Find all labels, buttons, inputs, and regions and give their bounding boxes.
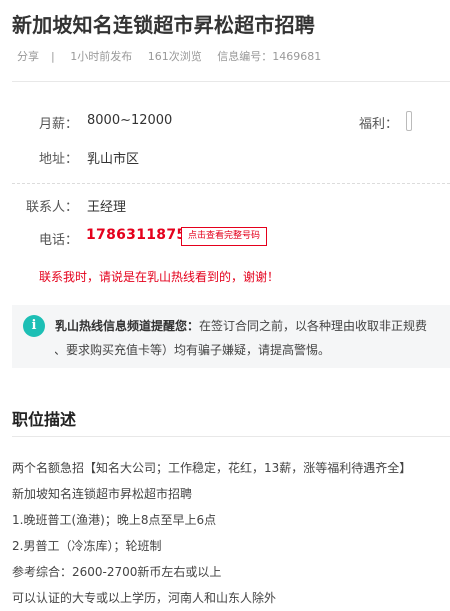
description-line: 新加坡知名连锁超市昇松超市招聘 xyxy=(12,487,193,501)
meta-separator: | xyxy=(51,50,55,63)
description-line: 2.男普工（冷冻库）；轮班制 xyxy=(12,539,162,553)
salary-value: 8000~12000 xyxy=(87,113,173,128)
divider xyxy=(12,81,450,82)
description-line: 可以认证的大专或以上学历，河南人和山东人除外 xyxy=(12,591,277,605)
divider xyxy=(12,183,450,184)
welfare-tags xyxy=(406,111,412,131)
divider xyxy=(12,436,450,437)
salary-label: 月薪： xyxy=(39,117,79,132)
description-line: 两个名额急招【知名大公司；工作稳定，花红，13薪，涨等福利待遇齐全】 xyxy=(12,461,412,475)
phone-number: 17863118756 xyxy=(86,227,197,243)
info-icon: i xyxy=(23,315,45,337)
phone-label: 电话： xyxy=(39,233,79,248)
share-link[interactable]: 分享 xyxy=(17,50,39,63)
contact-value: 王经理 xyxy=(87,200,127,215)
section-title: 职位描述 xyxy=(12,410,77,429)
page-title: 新加坡知名连锁超市昇松超市招聘 xyxy=(12,13,315,37)
contact-label: 联系人： xyxy=(26,200,79,215)
warning-line1: 在签订合同之前，以各种理由收取非正规费 xyxy=(199,319,428,333)
info-id: 信息编号：1469681 xyxy=(217,50,322,63)
posted-time: 1小时前发布 xyxy=(70,50,133,63)
warning-line2: 费、要求购买充值卡等）均有骗子嫌疑，请提高警惕。 xyxy=(55,343,331,357)
view-full-number-button[interactable]: 点击查看完整号码 xyxy=(181,227,268,246)
warning-text: 乳山热线信息频道提醒您：在签订合同之前，以各种理由收取非正规费 费、要求购买充值… xyxy=(55,314,450,362)
post-meta: 分享 | 1小时前发布 161次浏览 信息编号：1469681 xyxy=(17,48,333,64)
address-label: 地址： xyxy=(39,152,79,167)
address-value: 乳山市区 xyxy=(87,152,140,167)
safety-warning: i 乳山热线信息频道提醒您：在签订合同之前，以各种理由收取非正规费 费、要求购买… xyxy=(12,305,450,368)
contact-note: 联系我时，请说是在乳山热线看到的，谢谢！ xyxy=(39,270,280,284)
description-line: 参考综合：2600-2700新币左右或以上 xyxy=(12,565,222,579)
view-count: 161次浏览 xyxy=(147,50,202,63)
welfare-label: 福利： xyxy=(359,117,399,132)
description-line: 1.晚班普工(渔港)；晚上8点至早上6点 xyxy=(12,513,217,527)
warning-title: 乳山热线信息频道提醒您： xyxy=(55,319,200,333)
job-description: 两个名额急招【知名大公司；工作稳定，花红，13薪，涨等福利待遇齐全】 新加坡知名… xyxy=(12,455,450,611)
